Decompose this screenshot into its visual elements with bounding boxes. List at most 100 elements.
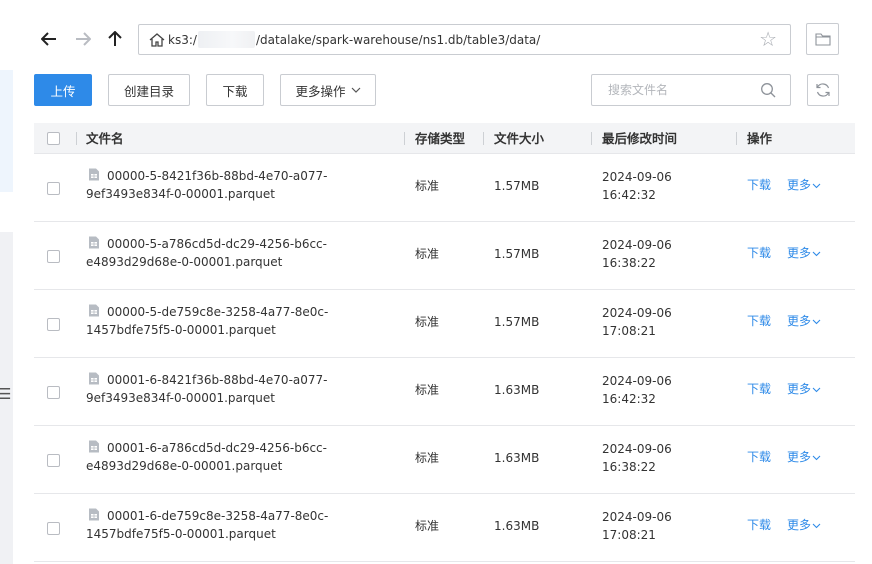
header-storage-type[interactable]: 存储类型	[415, 131, 465, 147]
modified-time: 16:38:22	[602, 460, 656, 474]
menu-icon[interactable]: ☰	[0, 384, 11, 404]
file-name-line2[interactable]: 1457bdfe75f5-0-00001.parquet	[86, 526, 276, 542]
modified-date: 2024-09-06	[602, 170, 672, 184]
modified-time: 17:08:21	[602, 528, 656, 542]
file-icon	[89, 304, 99, 317]
column-divider	[591, 132, 592, 145]
file-icon	[89, 236, 99, 249]
row-more-label: 更多	[787, 178, 812, 192]
table-row: 00001-6-8421f36b-88bd-4e70-a077- 9ef3493…	[34, 358, 855, 426]
header-file-size[interactable]: 文件大小	[494, 131, 544, 147]
chevron-down-icon	[812, 183, 821, 188]
file-icon	[89, 508, 99, 521]
create-directory-button[interactable]: 创建目录	[108, 74, 190, 106]
file-name-line2[interactable]: e4893d29d68e-0-00001.parquet	[86, 254, 282, 270]
row-more-link[interactable]: 更多	[787, 177, 821, 193]
select-all-checkbox[interactable]	[47, 132, 60, 145]
header-filename[interactable]: 文件名	[86, 131, 124, 147]
table-row: 00000-5-de759c8e-3258-4a77-8e0c- 1457bdf…	[34, 290, 855, 358]
search-icon[interactable]	[760, 82, 776, 98]
row-checkbox[interactable]	[47, 522, 60, 535]
upload-button[interactable]: 上传	[34, 74, 92, 106]
row-download-link[interactable]: 下载	[747, 517, 771, 533]
row-download-link[interactable]: 下载	[747, 449, 771, 465]
file-size: 1.63MB	[494, 519, 540, 533]
folder-button[interactable]	[806, 23, 839, 55]
row-more-label: 更多	[787, 314, 812, 328]
modified-time: 16:38:22	[602, 256, 656, 270]
row-more-link[interactable]: 更多	[787, 381, 821, 397]
search-input[interactable]	[592, 75, 757, 105]
header-last-modified[interactable]: 最后修改时间	[602, 131, 677, 147]
row-checkbox[interactable]	[47, 318, 60, 331]
row-more-label: 更多	[787, 450, 812, 464]
row-checkbox[interactable]	[47, 182, 60, 195]
file-name-line1[interactable]: 00000-5-de759c8e-3258-4a77-8e0c-	[107, 304, 328, 320]
row-more-link[interactable]: 更多	[787, 245, 821, 261]
file-icon	[89, 372, 99, 385]
file-name-line1[interactable]: 00001-6-a786cd5d-dc29-4256-b6cc-	[107, 440, 327, 456]
row-download-link[interactable]: 下载	[747, 313, 771, 329]
row-more-link[interactable]: 更多	[787, 449, 821, 465]
storage-type: 标准	[415, 247, 440, 261]
modified-time: 17:08:21	[602, 324, 656, 338]
header-actions: 操作	[747, 131, 773, 146]
file-size: 1.57MB	[494, 247, 540, 261]
row-download-link[interactable]: 下载	[747, 381, 771, 397]
modified-time: 16:42:32	[602, 392, 656, 406]
file-name-line2[interactable]: 9ef3493e834f-0-00001.parquet	[86, 186, 275, 202]
file-name-line2[interactable]: e4893d29d68e-0-00001.parquet	[86, 458, 282, 474]
column-divider	[76, 132, 77, 145]
forward-button[interactable]	[72, 28, 94, 50]
file-size: 1.57MB	[494, 179, 540, 193]
row-more-link[interactable]: 更多	[787, 517, 821, 533]
path-input[interactable]: ks3:/ /datalake/spark-warehouse/ns1.db/t…	[138, 24, 791, 55]
row-checkbox[interactable]	[47, 386, 60, 399]
more-operations-button[interactable]: 更多操作	[280, 74, 376, 106]
chevron-down-icon	[812, 251, 821, 256]
table-row: 00000-5-a786cd5d-dc29-4256-b6cc- e4893d2…	[34, 222, 855, 290]
row-more-label: 更多	[787, 246, 812, 260]
search-box	[591, 74, 791, 106]
star-icon[interactable]: ☆	[759, 28, 777, 50]
storage-type: 标准	[415, 315, 440, 329]
file-icon	[89, 168, 99, 181]
modified-date: 2024-09-06	[602, 374, 672, 388]
file-name-line1[interactable]: 00000-5-8421f36b-88bd-4e70-a077-	[107, 168, 328, 184]
row-more-link[interactable]: 更多	[787, 313, 821, 329]
file-name-line2[interactable]: 1457bdfe75f5-0-00001.parquet	[86, 322, 276, 338]
arrow-right-icon	[76, 32, 91, 46]
chevron-down-icon	[351, 87, 360, 93]
modified-date: 2024-09-06	[602, 306, 672, 320]
more-operations-label: 更多操作	[295, 83, 346, 99]
modified-date: 2024-09-06	[602, 510, 672, 524]
download-button[interactable]: 下载	[206, 74, 264, 106]
modified-date: 2024-09-06	[602, 442, 672, 456]
file-name-line1[interactable]: 00000-5-a786cd5d-dc29-4256-b6cc-	[107, 236, 327, 252]
row-download-link[interactable]: 下载	[747, 177, 771, 193]
file-name-line2[interactable]: 9ef3493e834f-0-00001.parquet	[86, 390, 275, 406]
row-checkbox[interactable]	[47, 250, 60, 263]
column-divider	[483, 132, 484, 145]
path-text: /datalake/spark-warehouse/ns1.db/table3/…	[256, 33, 541, 47]
file-name-line1[interactable]: 00001-6-8421f36b-88bd-4e70-a077-	[107, 372, 328, 388]
modified-date: 2024-09-06	[602, 238, 672, 252]
table-row: 00001-6-a786cd5d-dc29-4256-b6cc- e4893d2…	[34, 426, 855, 494]
home-icon[interactable]	[148, 31, 166, 49]
row-download-link[interactable]: 下载	[747, 245, 771, 261]
folder-icon	[814, 33, 831, 46]
refresh-icon	[816, 83, 830, 97]
refresh-button[interactable]	[807, 74, 839, 106]
row-more-label: 更多	[787, 382, 812, 396]
modified-time: 16:42:32	[602, 188, 656, 202]
row-checkbox[interactable]	[47, 454, 60, 467]
file-size: 1.57MB	[494, 315, 540, 329]
up-button[interactable]	[104, 28, 126, 50]
column-divider	[404, 132, 405, 145]
back-button[interactable]	[38, 28, 60, 50]
path-prefix: ks3:/	[168, 33, 197, 47]
file-name-line1[interactable]: 00001-6-de759c8e-3258-4a77-8e0c-	[107, 508, 328, 524]
row-more-label: 更多	[787, 518, 812, 532]
arrow-left-icon	[41, 32, 56, 46]
sidebar-edge	[0, 70, 13, 192]
